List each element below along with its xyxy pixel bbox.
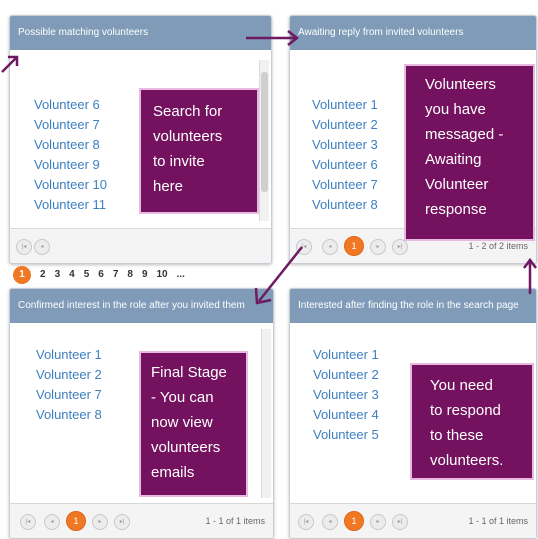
callout-line: Search for bbox=[153, 103, 223, 120]
page-number-current[interactable]: 1 bbox=[13, 266, 31, 284]
callout-line: messaged - bbox=[425, 126, 504, 143]
callout-line: Awaiting bbox=[425, 151, 482, 168]
callout-line: you have bbox=[425, 101, 486, 118]
first-page-icon[interactable]: |◂ bbox=[298, 514, 314, 530]
previous-page-icon[interactable]: ◂ bbox=[322, 239, 338, 255]
search-volunteers-callout: Search for volunteers to invite here bbox=[141, 90, 257, 212]
page-number[interactable]: 9 bbox=[142, 269, 148, 280]
volunteer-link[interactable]: Volunteer 1 bbox=[313, 345, 379, 365]
page-number[interactable]: 2 bbox=[40, 269, 46, 280]
pager-info: 1 - 1 of 1 items bbox=[468, 516, 528, 526]
volunteer-link[interactable]: Volunteer 2 bbox=[36, 365, 102, 385]
volunteer-link[interactable]: Volunteer 7 bbox=[34, 115, 107, 135]
callout-line: response bbox=[425, 201, 487, 218]
volunteer-link[interactable]: Volunteer 2 bbox=[313, 365, 379, 385]
respond-volunteers-callout: You need to respond to these volunteers. bbox=[412, 365, 532, 478]
callout-line: to these bbox=[430, 427, 484, 444]
page-number[interactable]: 3 bbox=[55, 269, 61, 280]
current-page-button[interactable]: 1 bbox=[66, 511, 86, 531]
volunteer-link[interactable]: Volunteer 5 bbox=[313, 425, 379, 445]
page-number-ellipsis[interactable]: ... bbox=[177, 269, 185, 280]
final-stage-callout: Final Stage - You can now view volunteer… bbox=[141, 353, 246, 495]
panel-title: Possible matching volunteers bbox=[10, 16, 271, 50]
pager-bar: |◂ ◂ 1 ▸ ▸| 1 - 1 of 1 items bbox=[290, 503, 536, 538]
previous-page-icon[interactable]: ◂ bbox=[34, 239, 50, 255]
page-number[interactable]: 10 bbox=[157, 269, 168, 280]
page-number[interactable]: 6 bbox=[98, 269, 104, 280]
page-number[interactable]: 5 bbox=[84, 269, 90, 280]
flow-arrow-icon bbox=[1, 55, 19, 73]
volunteer-link[interactable]: Volunteer 3 bbox=[312, 135, 378, 155]
callout-line: emails bbox=[151, 464, 195, 481]
volunteer-link[interactable]: Volunteer 2 bbox=[312, 115, 378, 135]
callout-line: Final Stage bbox=[151, 364, 227, 381]
next-page-icon[interactable]: ▸ bbox=[92, 514, 108, 530]
callout-line: volunteers bbox=[151, 439, 221, 456]
page-number[interactable]: 8 bbox=[127, 269, 133, 280]
volunteer-list: Volunteer 1 Volunteer 2 Volunteer 7 Volu… bbox=[36, 345, 102, 425]
flow-arrow-icon bbox=[246, 30, 300, 46]
volunteer-link[interactable]: Volunteer 6 bbox=[312, 155, 378, 175]
current-page-button[interactable]: 1 bbox=[344, 236, 364, 256]
callout-line: to invite bbox=[153, 153, 205, 170]
page-number[interactable]: 4 bbox=[69, 269, 75, 280]
scroll-thumb[interactable] bbox=[261, 72, 268, 192]
page-number[interactable]: 7 bbox=[113, 269, 119, 280]
volunteer-link[interactable]: Volunteer 4 bbox=[313, 405, 379, 425]
last-page-icon[interactable]: ▸| bbox=[114, 514, 130, 530]
volunteer-link[interactable]: Volunteer 1 bbox=[36, 345, 102, 365]
page-number-list: 1 2 3 4 5 6 7 8 9 10... bbox=[13, 266, 194, 286]
last-page-icon[interactable]: ▸| bbox=[392, 239, 408, 255]
current-page-button[interactable]: 1 bbox=[344, 511, 364, 531]
next-page-icon[interactable]: ▸ bbox=[370, 514, 386, 530]
next-page-icon[interactable]: ▸ bbox=[370, 239, 386, 255]
volunteer-link[interactable]: Volunteer 6 bbox=[34, 95, 107, 115]
callout-line: here bbox=[153, 178, 184, 195]
panel-title: Confirmed interest in the role after you… bbox=[10, 289, 273, 323]
volunteer-list: Volunteer 1 Volunteer 2 Volunteer 3 Volu… bbox=[313, 345, 379, 445]
panel-title: Awaiting reply from invited volunteers bbox=[290, 16, 536, 50]
callout-line: You need bbox=[430, 377, 493, 394]
callout-line: volunteers. bbox=[430, 452, 504, 469]
pager-bar: |◂ ◂ bbox=[10, 228, 271, 263]
pager-info: 1 - 1 of 1 items bbox=[205, 516, 265, 526]
volunteer-link[interactable]: Volunteer 8 bbox=[34, 135, 107, 155]
callout-line: to respond bbox=[430, 402, 501, 419]
volunteer-link[interactable]: Volunteer 1 bbox=[312, 95, 378, 115]
pager-bar: |◂ ◂ 1 ▸ ▸| 1 - 1 of 1 items bbox=[10, 503, 273, 538]
volunteer-link[interactable]: Volunteer 11 bbox=[34, 195, 107, 215]
first-page-icon[interactable]: |◂ bbox=[16, 239, 32, 255]
panel-title: Interested after finding the role in the… bbox=[290, 289, 536, 323]
volunteer-link[interactable]: Volunteer 7 bbox=[312, 175, 378, 195]
callout-line: Volunteer bbox=[425, 176, 489, 193]
volunteer-list: Volunteer 6 Volunteer 7 Volunteer 8 Volu… bbox=[34, 95, 107, 215]
scrollbar[interactable] bbox=[259, 60, 269, 221]
volunteer-link[interactable]: Volunteer 8 bbox=[312, 195, 378, 215]
previous-page-icon[interactable]: ◂ bbox=[44, 514, 60, 530]
first-page-icon[interactable]: |◂ bbox=[20, 514, 36, 530]
volunteer-link[interactable]: Volunteer 10 bbox=[34, 175, 107, 195]
last-page-icon[interactable]: ▸| bbox=[392, 514, 408, 530]
callout-line: now view bbox=[151, 414, 213, 431]
flow-arrow-icon bbox=[523, 257, 537, 294]
callout-line: Volunteers bbox=[425, 76, 496, 93]
volunteer-link[interactable]: Volunteer 7 bbox=[36, 385, 102, 405]
callout-line: - You can bbox=[151, 389, 214, 406]
volunteer-list: Volunteer 1 Volunteer 2 Volunteer 3 Volu… bbox=[312, 95, 378, 215]
previous-page-icon[interactable]: ◂ bbox=[322, 514, 338, 530]
volunteer-link[interactable]: Volunteer 8 bbox=[36, 405, 102, 425]
volunteer-link[interactable]: Volunteer 9 bbox=[34, 155, 107, 175]
flow-arrow-icon bbox=[254, 246, 303, 305]
volunteer-link[interactable]: Volunteer 3 bbox=[313, 385, 379, 405]
messaged-volunteers-callout: Volunteers you have messaged - Awaiting … bbox=[406, 66, 533, 239]
scrollbar[interactable] bbox=[261, 329, 271, 498]
callout-line: volunteers bbox=[153, 128, 223, 145]
